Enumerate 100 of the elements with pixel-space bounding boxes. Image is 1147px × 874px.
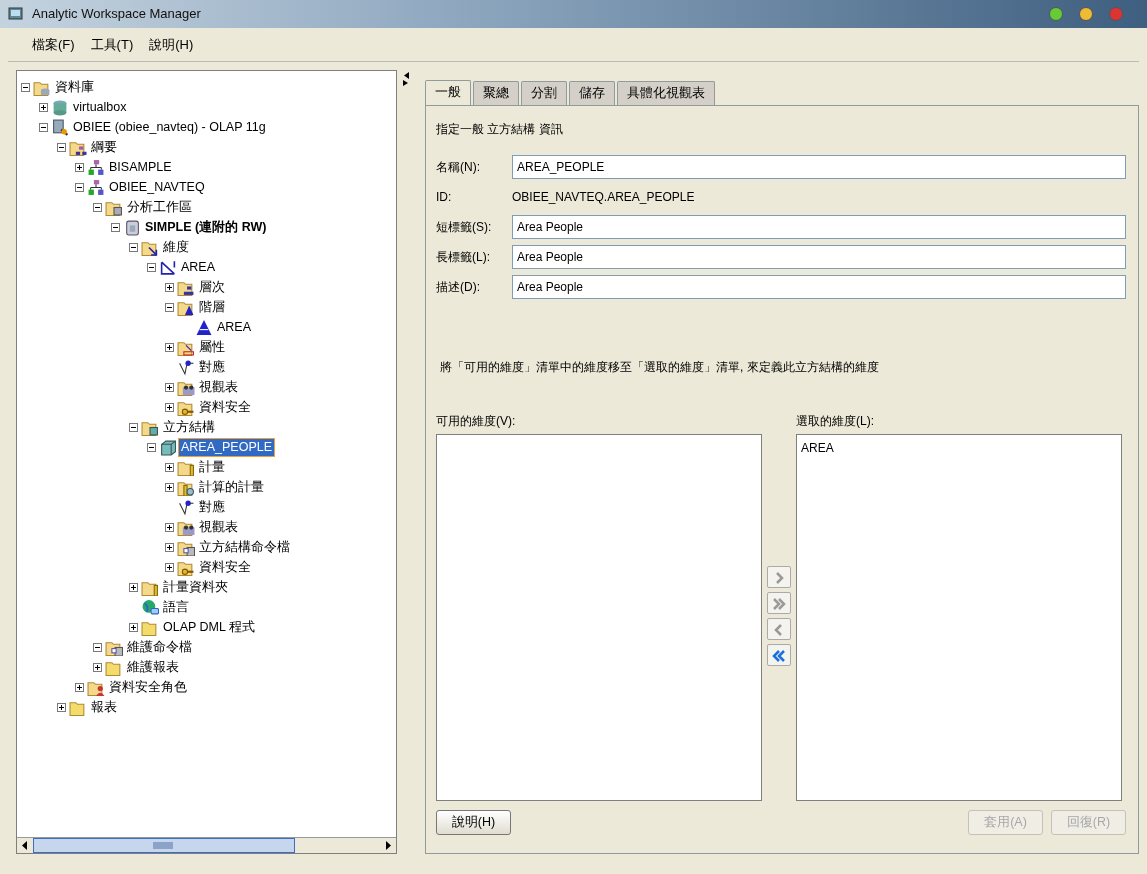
tree-item[interactable]: AREA [179, 258, 218, 276]
tree-item[interactable]: virtualbox [71, 98, 129, 116]
tree-item[interactable]: 立方結構 [161, 418, 217, 436]
expand-toggle[interactable] [39, 102, 48, 112]
tree-item[interactable]: 計算的計量 [197, 478, 266, 496]
field-label: 短標籤(S): [436, 218, 493, 236]
tree-item[interactable]: 報表 [89, 698, 119, 716]
collapse-toggle[interactable] [21, 82, 30, 92]
mapping-icon [177, 358, 195, 376]
tree-item[interactable]: 計量 [197, 458, 227, 476]
collapse-toggle[interactable] [129, 422, 138, 432]
expand-toggle[interactable] [75, 162, 84, 172]
text-field[interactable]: Area People [512, 274, 1126, 299]
list-label: 可用的維度(V): [436, 412, 517, 430]
collapse-toggle[interactable] [75, 182, 84, 192]
tree-item[interactable]: BISAMPLE [107, 158, 174, 176]
expand-toggle[interactable] [165, 282, 174, 292]
tree-item[interactable]: 語言 [161, 598, 191, 616]
tree-item[interactable]: 資料安全 [197, 558, 253, 576]
tree-item[interactable]: 綱要 [89, 138, 119, 156]
expand-toggle[interactable] [75, 682, 84, 692]
tab[interactable]: 分割 [521, 81, 567, 105]
network-icon [87, 178, 105, 196]
database-icon [51, 98, 69, 116]
maximize-button[interactable] [1079, 7, 1093, 21]
field-value: OBIEE_NAVTEQ.AREA_PEOPLE [512, 188, 695, 206]
text-field[interactable]: AREA_PEOPLE [512, 154, 1126, 179]
selected-list[interactable]: AREA [796, 433, 1122, 801]
expand-toggle[interactable] [165, 482, 174, 492]
expand-toggle[interactable] [129, 622, 138, 632]
move-button[interactable] [767, 644, 791, 667]
collapse-toggle[interactable] [111, 222, 120, 232]
window-title: Analytic Workspace Manager [32, 5, 201, 24]
triangle-icon [195, 318, 213, 336]
tree-item[interactable]: 資料安全角色 [107, 678, 189, 696]
tree-item[interactable]: 階層 [197, 298, 227, 316]
tree-item[interactable]: 維度 [161, 238, 191, 256]
help-button[interactable]: 說明(H) [436, 810, 511, 835]
tree-item[interactable]: AREA [215, 318, 254, 336]
horizontal-scrollbar[interactable] [17, 837, 396, 853]
menu-item[interactable]: 檔案(F) [26, 32, 81, 57]
collapse-toggle[interactable] [129, 242, 138, 252]
network-icon [87, 158, 105, 176]
instruction-text: 將「可用的維度」清單中的維度移至「選取的維度」清單, 來定義此立方結構的維度 [439, 358, 880, 376]
app-icon [8, 6, 24, 22]
cylinder-icon [123, 218, 141, 236]
tree-item[interactable]: OBIEE_NAVTEQ [107, 178, 207, 196]
menu-item[interactable]: 說明(H) [143, 32, 200, 57]
collapse-toggle[interactable] [39, 122, 48, 132]
expand-toggle[interactable] [165, 402, 174, 412]
collapse-toggle[interactable] [165, 302, 174, 312]
list-label: 選取的維度(L): [796, 412, 875, 430]
tab[interactable]: 具體化視觀表 [617, 81, 715, 105]
expand-toggle[interactable] [93, 662, 102, 672]
tree-item[interactable]: 立方結構命令檔 [197, 538, 292, 556]
cube-icon [159, 438, 177, 456]
collapse-toggle[interactable] [147, 442, 156, 452]
expand-toggle[interactable] [57, 702, 66, 712]
tree-item[interactable]: 對應 [197, 358, 227, 376]
expand-toggle[interactable] [165, 542, 174, 552]
tree-item[interactable]: 資料安全 [197, 398, 253, 416]
expand-toggle[interactable] [165, 342, 174, 352]
tree-item[interactable]: 維護報表 [125, 658, 181, 676]
expand-toggle[interactable] [165, 522, 174, 532]
tree-item[interactable]: 對應 [197, 498, 227, 516]
expand-toggle[interactable] [129, 582, 138, 592]
expand-toggle[interactable] [165, 462, 174, 472]
list-item[interactable]: AREA [801, 438, 1117, 457]
tree-item[interactable]: 維護命令檔 [125, 638, 194, 656]
text-field[interactable]: Area People [512, 244, 1126, 269]
tree-item[interactable]: 資料庫 [53, 78, 96, 96]
arrows-icon [159, 258, 177, 276]
text-field[interactable]: Area People [512, 214, 1126, 239]
expand-toggle[interactable] [165, 382, 174, 392]
tree-item[interactable]: OBIEE (obiee_navteq) - OLAP 11g [71, 118, 268, 136]
mapping-icon [177, 498, 195, 516]
tree-item[interactable]: 屬性 [197, 338, 227, 356]
tree-item[interactable]: 層次 [197, 278, 227, 296]
tree-item[interactable]: 視觀表 [197, 518, 240, 536]
tab[interactable]: 一般 [425, 80, 471, 106]
tree-item[interactable]: OLAP DML 程式 [161, 618, 257, 636]
splitter-arrows-icon[interactable] [403, 72, 409, 86]
collapse-toggle[interactable] [93, 202, 102, 212]
menu-item[interactable]: 工具(T) [84, 32, 140, 57]
minimize-button[interactable] [1049, 7, 1063, 21]
field-label: ID: [436, 188, 453, 206]
tree-item[interactable]: SIMPLE (連附的 RW) [143, 218, 269, 236]
collapse-toggle[interactable] [147, 262, 156, 272]
collapse-toggle[interactable] [57, 142, 66, 152]
scroll-thumb-drawing[interactable] [33, 838, 295, 853]
tree-item[interactable]: 視觀表 [197, 378, 240, 396]
expand-toggle[interactable] [165, 562, 174, 572]
section-heading: 指定一般 立方結構 資訊 [436, 120, 564, 138]
tab[interactable]: 儲存 [569, 81, 615, 105]
field-label: 描述(D): [436, 278, 481, 296]
collapse-toggle[interactable] [93, 642, 102, 652]
tree-item[interactable]: 計量資料夾 [161, 578, 230, 596]
tree-item[interactable]: 分析工作區 [125, 198, 194, 216]
tab[interactable]: 聚總 [473, 81, 519, 105]
tree-item[interactable]: AREA_PEOPLE [179, 438, 274, 456]
